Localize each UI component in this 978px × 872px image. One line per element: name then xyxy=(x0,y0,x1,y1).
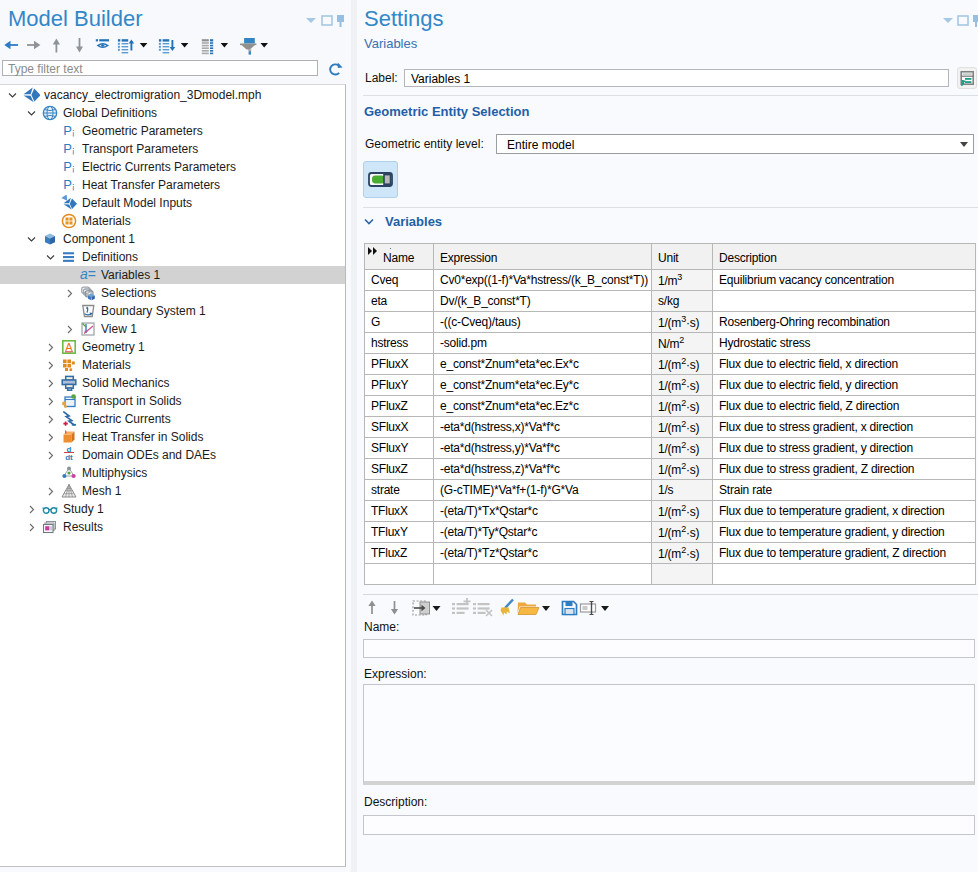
svg-text:A: A xyxy=(65,341,73,353)
